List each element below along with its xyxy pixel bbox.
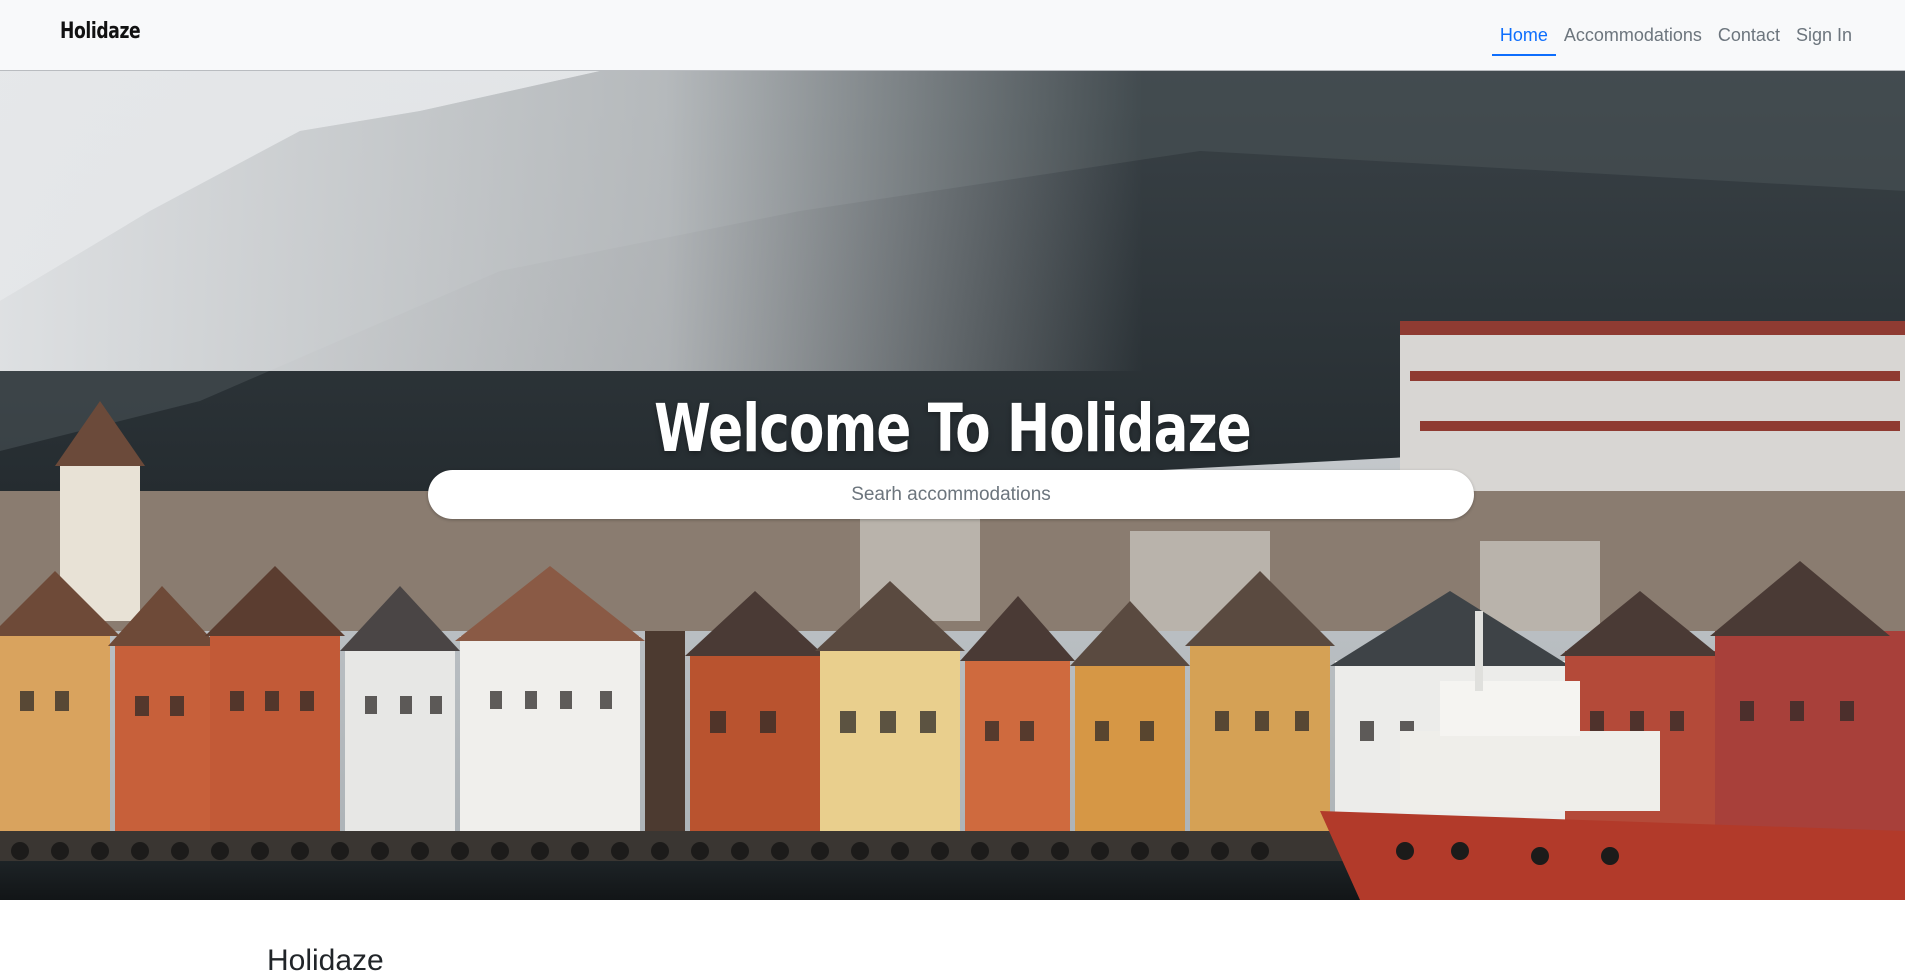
hero-section: Welcome To Holidaze [0,71,1905,900]
nav-link-home[interactable]: Home [1491,13,1556,58]
hero-title: Welcome To Holidaze [654,390,1252,468]
section-title: Holidaze [267,944,384,977]
nav-link-contact[interactable]: Contact [1710,13,1788,58]
accommodation-search-input[interactable] [428,470,1474,519]
nav-link-sign-in[interactable]: Sign In [1788,13,1860,58]
nav-link-accommodations[interactable]: Accommodations [1556,13,1710,58]
top-navbar: Holidaze Home Accommodations Contact Sig… [0,0,1905,71]
main-nav: Home Accommodations Contact Sign In [1491,0,1860,71]
brand-logo[interactable]: Holidaze [60,19,141,44]
